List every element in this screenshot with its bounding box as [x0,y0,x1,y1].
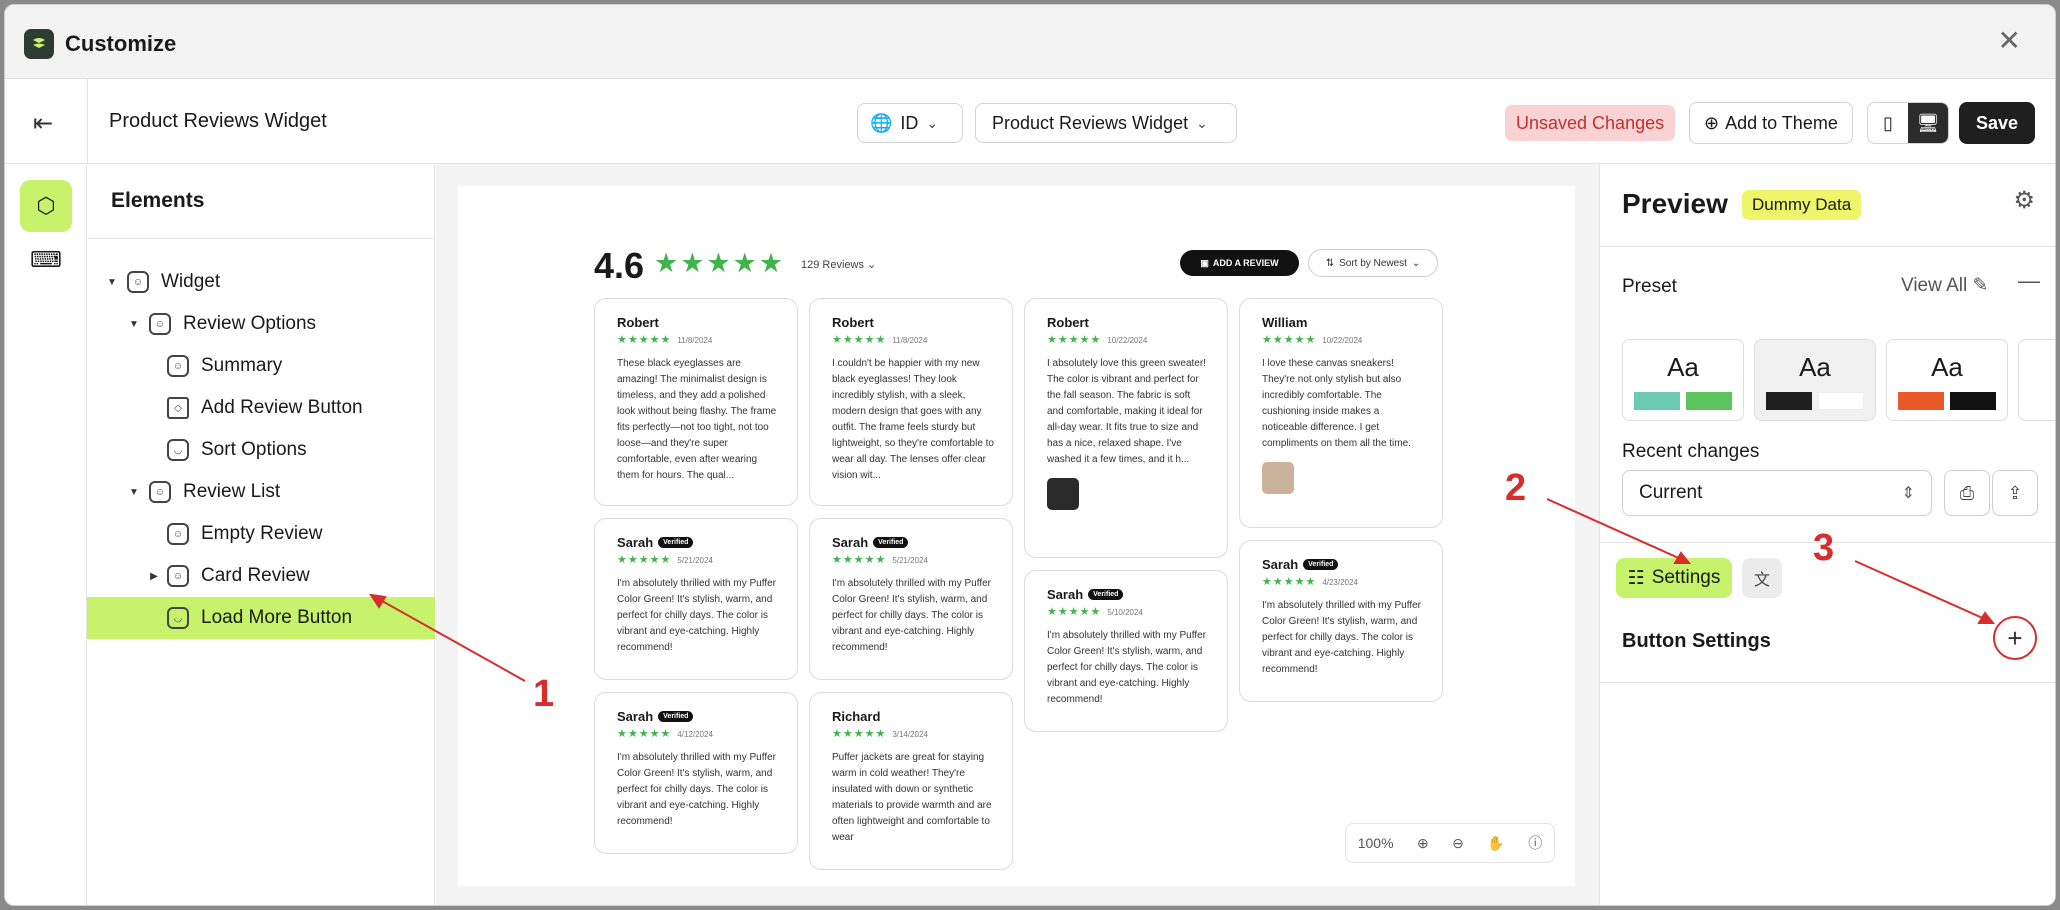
arrowhead [368,593,387,609]
annotation-3: 3 [1813,527,1835,569]
annotation-arrow [1546,498,1684,561]
annotation-arrows [368,498,1996,682]
annotation-arrow [374,596,526,682]
annotation-2: 2 [1505,467,1527,509]
app-window: Customize ✕ ⇤ Product Reviews Widget 🌐 I… [4,4,2056,906]
arrowhead [1977,611,1996,624]
annotation-1: 1 [533,673,555,715]
annotation-arrow [1854,560,1988,621]
arrowhead [1673,551,1692,564]
